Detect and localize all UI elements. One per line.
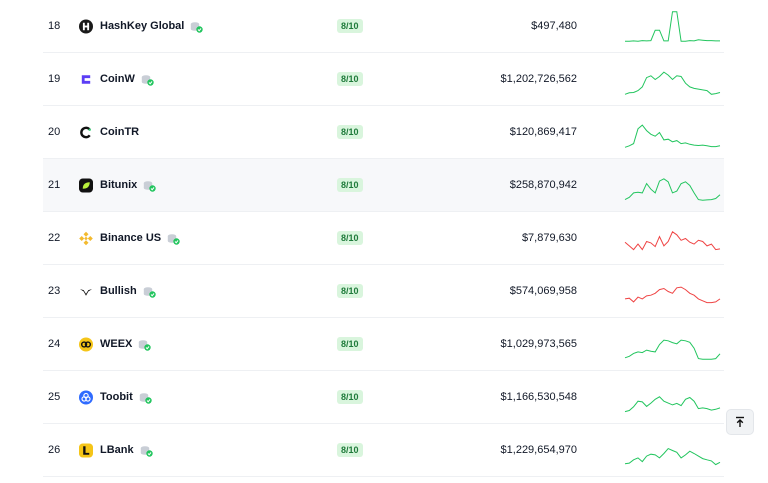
bullish-logo-icon [79, 284, 93, 298]
volume-sparkline [624, 396, 721, 413]
cointr-logo-icon [79, 125, 93, 139]
exchange-name[interactable]: Bitunix [100, 179, 137, 191]
exchange-name-cell[interactable]: LBank [79, 424, 153, 476]
volume-cell: $258,870,942 [509, 179, 577, 191]
exchange-name-cell[interactable]: Toobit [79, 371, 152, 423]
table-row[interactable]: 23 Bullish 8/10 $574,069,958 [43, 265, 724, 318]
volume-cell: $7,879,630 [521, 232, 577, 244]
volume-sparkline [624, 71, 721, 95]
verified-reserve-icon [143, 179, 156, 192]
trust-score-badge: 8/10 [337, 19, 363, 33]
arrow-up-to-line-icon [736, 416, 744, 427]
volume-cell: $120,869,417 [509, 126, 577, 138]
exchange-name[interactable]: LBank [100, 444, 134, 456]
bitunix-logo-icon [79, 178, 93, 192]
exchange-name-cell[interactable]: Bullish [79, 265, 156, 317]
sparkline-line [624, 124, 721, 148]
rank-cell: 22 [48, 232, 61, 244]
volume-sparkline [625, 11, 720, 42]
exchange-table: 18 HashKey Global 8/10 $497,480 19 CoinW… [43, 0, 724, 477]
table-row[interactable]: 19 CoinW 8/10 $1,202,726,562 [43, 53, 724, 106]
exchange-name[interactable]: CoinTR [100, 126, 139, 138]
exchange-name[interactable]: Bullish [100, 285, 137, 297]
weex-logo-icon [79, 337, 93, 351]
volume-sparkline [624, 231, 721, 251]
verified-reserve-icon [138, 338, 152, 351]
exchange-name[interactable]: Toobit [100, 391, 133, 403]
exchange-name[interactable]: HashKey Global [100, 20, 184, 32]
volume-cell: $1,229,654,970 [500, 444, 577, 456]
volume-sparkline [624, 124, 721, 148]
exchange-name[interactable]: CoinW [100, 73, 135, 85]
trust-score-badge: 8/10 [337, 284, 363, 298]
coinw-logo-icon [79, 72, 93, 86]
trust-score-badge: 8/10 [337, 178, 363, 192]
table-row[interactable]: 22 Binance US 8/10 $7,879,630 [43, 212, 724, 265]
trust-score-badge: 8/10 [337, 337, 363, 351]
sparkline-line [624, 396, 721, 413]
verified-reserve-icon [139, 391, 152, 404]
exchange-name-cell[interactable]: HashKey Global [79, 0, 204, 52]
verified-reserve-icon [167, 232, 180, 245]
sparkline-line [624, 71, 721, 95]
volume-sparkline [624, 447, 721, 466]
rank-cell: 25 [48, 391, 61, 403]
table-row[interactable]: 21 Bitunix 8/10 $258,870,942 [43, 159, 724, 212]
exchange-name-cell[interactable]: CoinW [79, 53, 154, 105]
sparkline-line [624, 178, 721, 201]
verified-reserve-icon [143, 285, 156, 298]
volume-cell: $497,480 [531, 20, 577, 32]
table-row[interactable]: 25 Toobit 8/10 $1,166,530,548 [43, 371, 724, 424]
sparkline-line [625, 11, 720, 42]
binance-logo-icon [79, 231, 93, 245]
table-row[interactable]: 26 LBank 8/10 $1,229,654,970 [43, 424, 724, 477]
hashkey-logo-icon [79, 19, 93, 33]
rank-cell: 26 [48, 444, 61, 456]
exchange-name[interactable]: WEEX [100, 338, 132, 350]
trust-score-badge: 8/10 [337, 125, 363, 139]
verified-reserve-icon [141, 73, 154, 86]
volume-sparkline [624, 286, 721, 304]
trust-score-badge: 8/10 [337, 390, 363, 404]
volume-cell: $1,029,973,565 [500, 338, 577, 350]
verified-reserve-icon [140, 444, 153, 457]
exchange-name[interactable]: Binance US [100, 232, 161, 244]
sparkline-line [624, 447, 721, 466]
rank-cell: 23 [48, 285, 61, 297]
scroll-to-top-button[interactable] [726, 409, 754, 435]
trust-score-badge: 8/10 [337, 72, 363, 86]
volume-cell: $574,069,958 [509, 285, 577, 297]
table-row[interactable]: 18 HashKey Global 8/10 $497,480 [43, 0, 724, 53]
verified-reserve-icon [190, 20, 204, 33]
rank-cell: 19 [48, 73, 61, 85]
volume-cell: $1,166,530,548 [500, 391, 577, 403]
table-row[interactable]: 20 CoinTR 8/10 $120,869,417 [43, 106, 724, 159]
toobit-logo-icon [79, 390, 93, 404]
trust-score-badge: 8/10 [337, 443, 363, 457]
volume-sparkline [624, 339, 721, 360]
sparkline-line [624, 339, 721, 360]
exchange-name-cell[interactable]: CoinTR [79, 106, 145, 158]
exchange-name-cell[interactable]: Binance US [79, 212, 180, 264]
sparkline-line [624, 231, 721, 251]
volume-sparkline [624, 178, 721, 201]
table-row[interactable]: 24 WEEX 8/10 $1,029,973,565 [43, 318, 724, 371]
trust-score-badge: 8/10 [337, 231, 363, 245]
exchange-name-cell[interactable]: WEEX [79, 318, 152, 370]
rank-cell: 21 [48, 179, 61, 191]
lbank-logo-icon [79, 443, 93, 457]
volume-cell: $1,202,726,562 [500, 73, 577, 85]
sparkline-line [624, 286, 721, 304]
rank-cell: 18 [48, 20, 61, 32]
rank-cell: 20 [48, 126, 61, 138]
exchange-name-cell[interactable]: Bitunix [79, 159, 156, 211]
rank-cell: 24 [48, 338, 61, 350]
